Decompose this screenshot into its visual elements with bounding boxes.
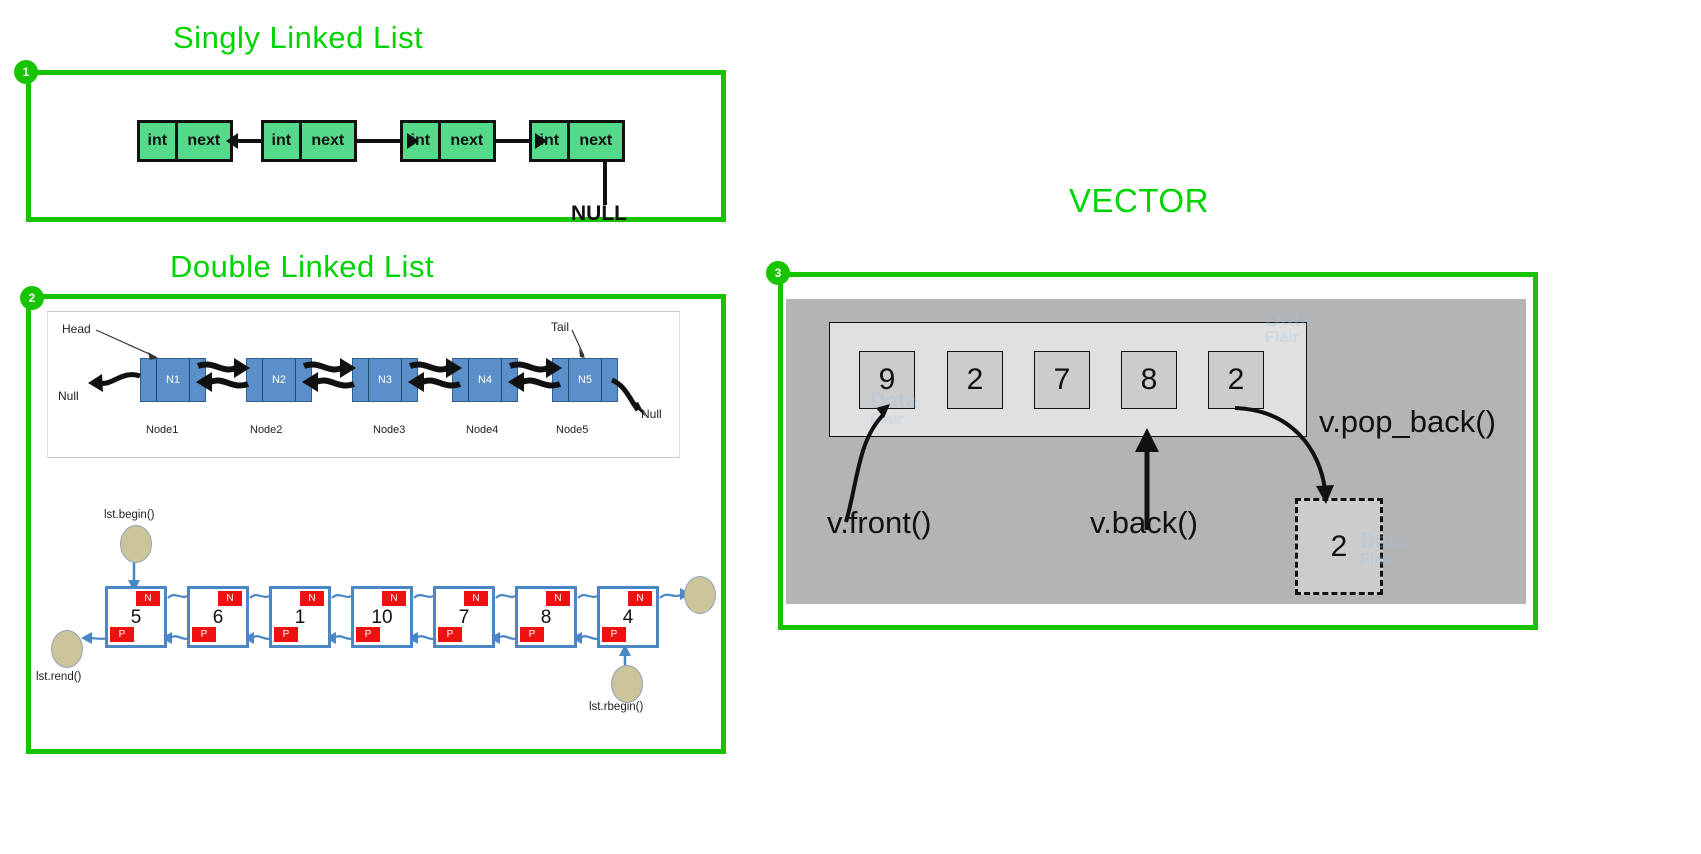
sll-node: int next — [529, 120, 625, 162]
prev-tag: P — [602, 627, 626, 642]
prev-tag: P — [356, 627, 380, 642]
sll-node: int next — [261, 120, 357, 162]
double-linked-list-title: Double Linked List — [170, 249, 435, 284]
dll-node: N2 — [246, 358, 312, 402]
dll-tail-label: Tail — [551, 320, 570, 334]
vector-pop-back-label: v.pop_back() — [1319, 404, 1496, 439]
next-tag: N — [546, 591, 570, 606]
sll-node-data: int — [140, 123, 178, 159]
prev-tag: P — [520, 627, 544, 642]
section-badge-1: 1 — [14, 60, 38, 84]
sll-node-next: next — [311, 132, 345, 149]
vector-cell-value: 8 — [1140, 363, 1158, 396]
list-item: N 1 P — [269, 586, 331, 648]
dll-node: N1 — [140, 358, 206, 402]
dll-node-name: N5 — [577, 374, 593, 386]
dll-node-caption: Node4 — [466, 424, 499, 436]
dll-node: N5 — [552, 358, 618, 402]
dll-head-label: Head — [62, 322, 91, 336]
vector-cell: 2 — [947, 351, 1003, 409]
list-item: N 5 P — [105, 586, 167, 648]
list-item-value: 4 — [622, 607, 634, 628]
iterator-rbegin-label: lst.rbegin() — [589, 701, 644, 713]
vector-cell-value: 2 — [1227, 363, 1245, 396]
vector-cell: 2 — [1208, 351, 1264, 409]
section-badge-3: 3 — [766, 261, 790, 285]
list-item: N 10 P — [351, 586, 413, 648]
next-tag: N — [464, 591, 488, 606]
vector-cell: 8 — [1121, 351, 1177, 409]
vector-back-label: v.back() — [1090, 505, 1198, 540]
next-tag: N — [136, 591, 160, 606]
sll-node-next: next — [187, 132, 221, 149]
vector-title: VECTOR — [1069, 182, 1209, 219]
sll-node: int next — [137, 120, 233, 162]
vector-cell-value: 7 — [1053, 363, 1071, 396]
dll-node-caption: Node2 — [250, 424, 283, 436]
vector-cell: 9 — [859, 351, 915, 409]
vector-front-label: v.front() — [827, 505, 932, 540]
dll-node-name: N4 — [477, 374, 493, 386]
prev-tag: P — [438, 627, 462, 642]
list-item: N 6 P — [187, 586, 249, 648]
next-tag: N — [218, 591, 242, 606]
list-item: N 4 P — [597, 586, 659, 648]
sll-node-next: next — [579, 132, 613, 149]
list-item-value: 1 — [294, 607, 306, 628]
next-tag: N — [300, 591, 324, 606]
singly-linked-list-title: Singly Linked List — [173, 20, 424, 55]
prev-tag: P — [192, 627, 216, 642]
vector-popped-cell: 2 — [1295, 498, 1383, 595]
section-badge-2: 2 — [20, 286, 44, 310]
sll-node-data: int — [532, 123, 570, 159]
iterator-begin-handle — [120, 525, 152, 563]
list-item-value: 5 — [130, 607, 142, 628]
dll-node-name: N3 — [377, 374, 393, 386]
dll-node-caption: Node1 — [146, 424, 179, 436]
sll-null-label: NULL — [571, 202, 627, 225]
iterator-rbegin-handle — [611, 665, 643, 703]
dll-null-right-label: Null — [641, 407, 662, 421]
iterator-rend-handle — [51, 630, 83, 668]
sll-node-data: int — [403, 123, 441, 159]
list-item: N 8 P — [515, 586, 577, 648]
dll-node-name: N1 — [165, 374, 181, 386]
list-item-value: 10 — [371, 607, 393, 628]
vector-cell: 7 — [1034, 351, 1090, 409]
sll-node: int next — [400, 120, 496, 162]
sll-node-next: next — [450, 132, 484, 149]
sll-null-connector — [603, 160, 607, 205]
list-item-value: 8 — [540, 607, 552, 628]
vector-popped-value: 2 — [1330, 529, 1348, 563]
vector-cell-value: 2 — [966, 363, 984, 396]
next-tag: N — [382, 591, 406, 606]
vector-cell-value: 9 — [878, 363, 896, 396]
list-item-value: 7 — [458, 607, 470, 628]
dll-node-name: N2 — [271, 374, 287, 386]
dll-node: N3 — [352, 358, 418, 402]
dll-null-left-label: Null — [58, 389, 79, 403]
iterator-end-handle — [684, 576, 716, 614]
prev-tag: P — [274, 627, 298, 642]
iterator-begin-label: lst.begin() — [104, 509, 155, 521]
iterator-rend-label: lst.rend() — [36, 671, 82, 683]
sll-node-data: int — [264, 123, 302, 159]
prev-tag: P — [110, 627, 134, 642]
list-item: N 7 P — [433, 586, 495, 648]
dll-node: N4 — [452, 358, 518, 402]
dll-node-caption: Node5 — [556, 424, 589, 436]
next-tag: N — [628, 591, 652, 606]
list-item-value: 6 — [212, 607, 224, 628]
dll-node-caption: Node3 — [373, 424, 406, 436]
